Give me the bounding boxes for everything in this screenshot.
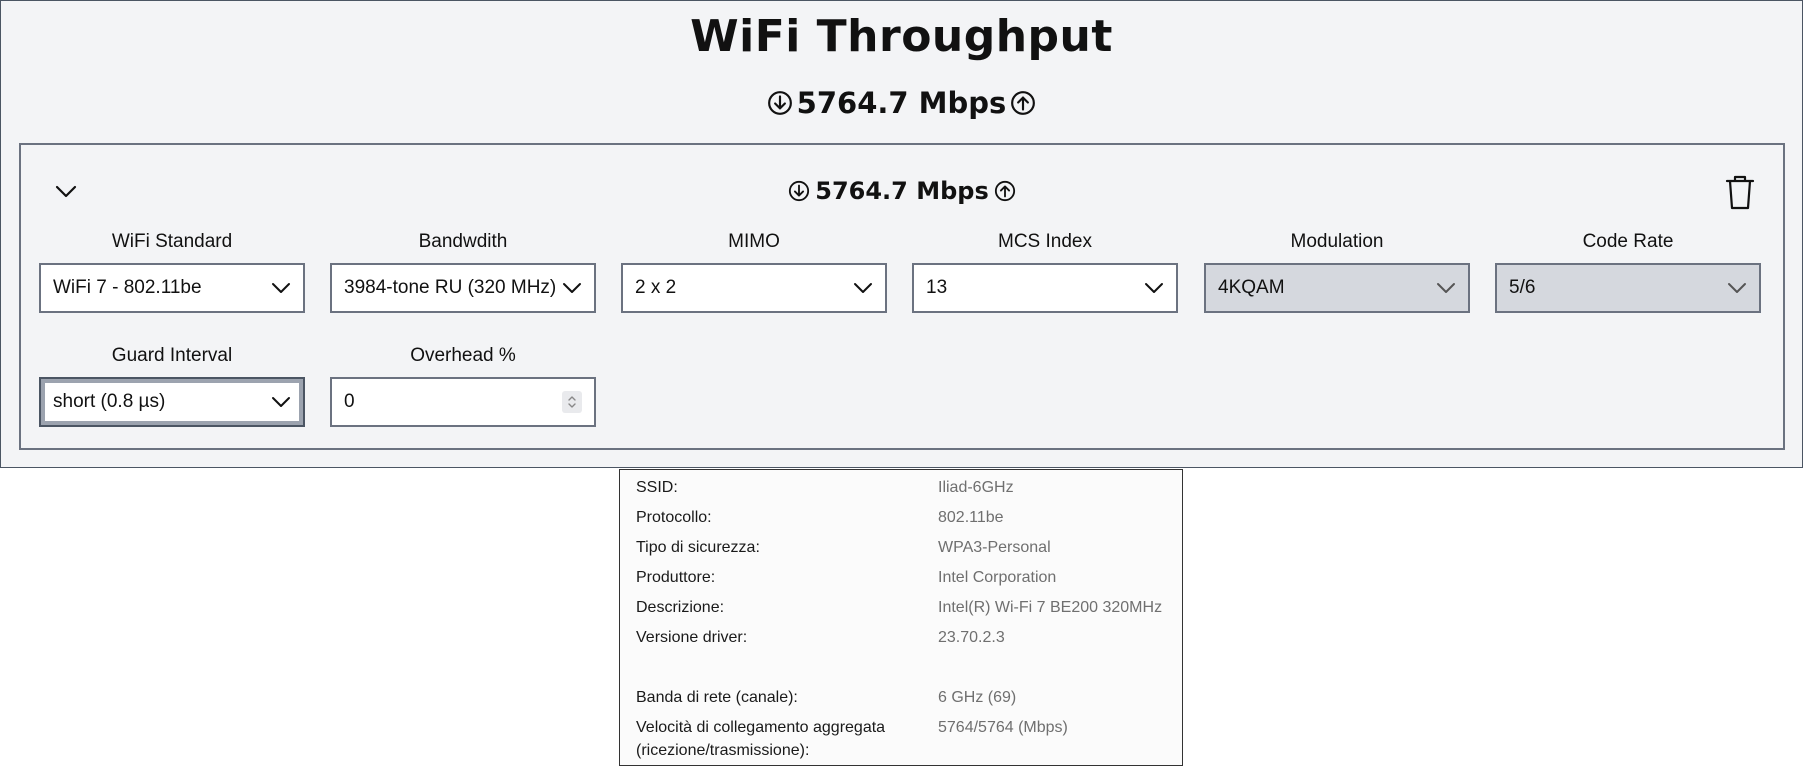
arrow-up-circle-icon <box>994 180 1015 202</box>
trash-icon[interactable] <box>1723 173 1757 211</box>
code-rate-select: 5/6 <box>1495 263 1761 313</box>
chevron-down-icon <box>1437 283 1455 293</box>
mimo-label: MIMO <box>728 231 780 252</box>
number-spinner[interactable] <box>562 391 582 413</box>
wifi-throughput-app: WiFi Throughput 5764.7 Mbps 5764.7 Mbps <box>0 0 1803 468</box>
link-config-card: 5764.7 Mbps WiFi Standard WiFi 7 - 802.1… <box>19 143 1785 450</box>
wifi-standard-select[interactable]: WiFi 7 - 802.11be <box>39 263 305 313</box>
info-row-security: Tipo di sicurezza: WPA3-Personal <box>636 536 1174 559</box>
spinner-arrows-icon <box>568 396 576 408</box>
info-row-driver-version: Versione driver: 23.70.2.3 <box>636 626 1174 649</box>
wifi-standard-field: WiFi Standard WiFi 7 - 802.11be <box>39 229 305 313</box>
code-rate-label: Code Rate <box>1582 231 1674 252</box>
info-value: Iliad-6GHz <box>938 479 1014 496</box>
mcs-index-select[interactable]: 13 <box>912 263 1178 313</box>
info-row-link-speed: Velocità di collegamento aggregata (rice… <box>636 716 1174 762</box>
info-value: 6 GHz (69) <box>938 689 1017 706</box>
info-label: Protocollo: <box>636 509 712 526</box>
modulation-value: 4KQAM <box>1218 277 1285 298</box>
bandwidth-value: 3984-tone RU (320 MHz) <box>344 277 556 298</box>
info-label: SSID: <box>636 479 678 496</box>
modulation-label: Modulation <box>1290 231 1384 252</box>
card-speed-value: 5764.7 Mbps <box>815 177 989 205</box>
modulation-field: Modulation 4KQAM <box>1204 229 1470 313</box>
wifi-standard-label: WiFi Standard <box>111 231 233 252</box>
chevron-down-icon <box>854 283 872 293</box>
info-row-ssid: SSID: Iliad-6GHz <box>636 476 1174 499</box>
arrow-down-circle-icon <box>789 180 810 202</box>
info-label: Versione driver: <box>636 629 748 646</box>
mcs-index-label: MCS Index <box>998 231 1092 252</box>
info-label: Tipo di sicurezza: <box>636 539 760 556</box>
adapter-properties-panel: SSID: Iliad-6GHz Protocollo: 802.11be Ti… <box>619 469 1183 766</box>
card-throughput: 5764.7 Mbps <box>21 173 1783 209</box>
guard-interval-label: Guard Interval <box>111 345 233 366</box>
info-value: 23.70.2.3 <box>938 629 1005 646</box>
info-value: 5764/5764 (Mbps) <box>938 719 1068 736</box>
info-row-protocol: Protocollo: 802.11be <box>636 506 1174 529</box>
overhead-input[interactable]: 0 <box>330 377 596 427</box>
chevron-down-icon <box>272 397 290 407</box>
overhead-label: Overhead % <box>410 345 516 366</box>
info-value: Intel(R) Wi-Fi 7 BE200 320MHz <box>938 599 1163 616</box>
info-label: Banda di rete (canale): <box>636 689 798 706</box>
info-label: Velocità di collegamento aggregata (rice… <box>636 719 886 759</box>
total-speed-value: 5764.7 Mbps <box>796 86 1007 120</box>
bandwidth-label: Bandwdith <box>418 231 508 252</box>
page-title: WiFi Throughput <box>690 11 1113 62</box>
arrow-down-circle-icon <box>767 91 792 115</box>
overhead-field: Overhead % 0 <box>330 343 596 427</box>
info-value: 802.11be <box>938 509 1004 526</box>
info-row-description: Descrizione: Intel(R) Wi-Fi 7 BE200 320M… <box>636 596 1174 619</box>
info-value: Intel Corporation <box>938 569 1057 586</box>
guard-interval-field: Guard Interval short (0.8 µs) <box>39 343 305 427</box>
bandwidth-select[interactable]: 3984-tone RU (320 MHz) <box>330 263 596 313</box>
mimo-field: MIMO 2 x 2 <box>621 229 887 313</box>
chevron-down-icon <box>1728 283 1746 293</box>
chevron-down-icon <box>563 283 581 293</box>
chevron-down-icon <box>272 283 290 293</box>
chevron-down-icon <box>1145 283 1163 293</box>
bandwidth-field: Bandwdith 3984-tone RU (320 MHz) <box>330 229 596 313</box>
info-row-manufacturer: Produttore: Intel Corporation <box>636 566 1174 589</box>
mcs-index-value: 13 <box>926 277 948 298</box>
info-row-network-band: Banda di rete (canale): 6 GHz (69) <box>636 686 1174 709</box>
info-value: WPA3-Personal <box>938 539 1051 556</box>
guard-interval-value: short (0.8 µs) <box>53 391 166 412</box>
code-rate-field: Code Rate 5/6 <box>1495 229 1761 313</box>
code-rate-value: 5/6 <box>1509 277 1536 298</box>
modulation-select: 4KQAM <box>1204 263 1470 313</box>
wifi-standard-value: WiFi 7 - 802.11be <box>53 277 202 298</box>
overhead-value: 0 <box>344 391 355 412</box>
guard-interval-select[interactable]: short (0.8 µs) <box>39 377 305 427</box>
arrow-up-circle-icon <box>1011 91 1036 115</box>
mcs-index-field: MCS Index 13 <box>912 229 1178 313</box>
total-throughput: 5764.7 Mbps <box>1 83 1802 123</box>
info-label: Produttore: <box>636 569 716 586</box>
info-label: Descrizione: <box>636 599 725 616</box>
mimo-select[interactable]: 2 x 2 <box>621 263 887 313</box>
mimo-value: 2 x 2 <box>635 277 677 298</box>
